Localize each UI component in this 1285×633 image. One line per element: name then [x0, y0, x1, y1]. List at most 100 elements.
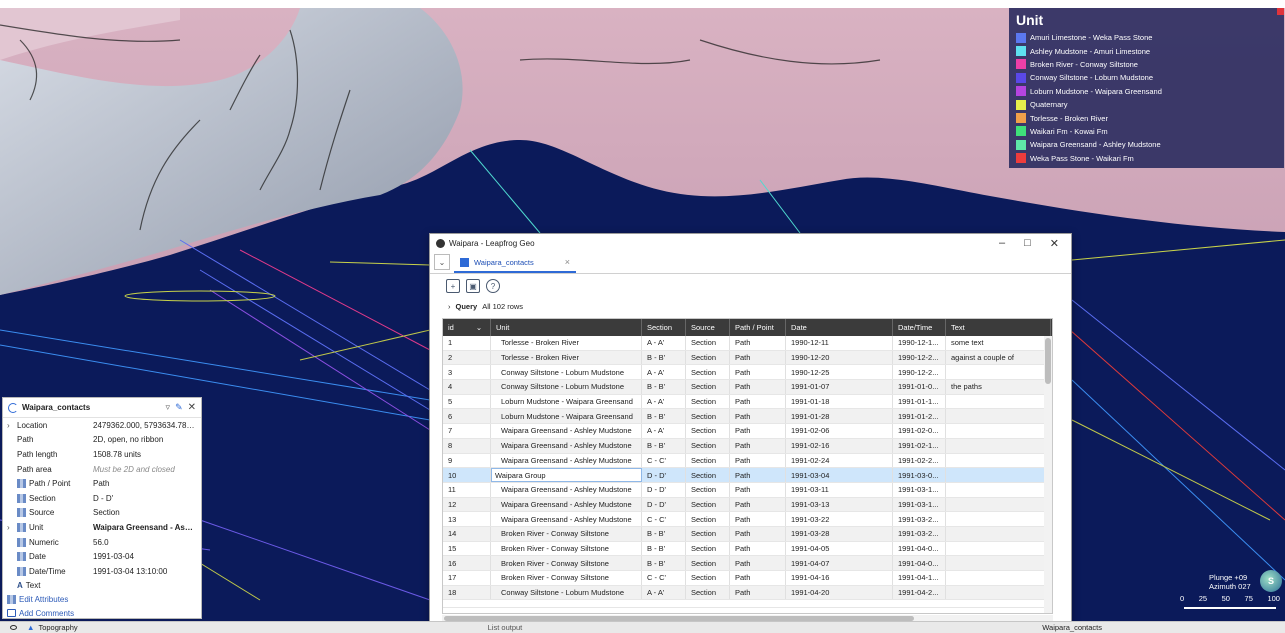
table-cell[interactable]: Path [730, 526, 786, 541]
table-cell[interactable]: B - B' [642, 350, 686, 365]
table-cell[interactable]: Loburn Mudstone - Waipara Greensand [491, 394, 642, 409]
table-cell[interactable]: Section [686, 512, 730, 526]
column-header-section[interactable]: Section [642, 319, 686, 336]
property-row[interactable]: Date/Time 1991-03-04 13:10:00 [3, 564, 201, 579]
table-cell[interactable]: 1991-01-18 [786, 394, 893, 409]
table-cell[interactable]: 11 [443, 482, 491, 497]
table-cell[interactable]: Section [686, 585, 730, 600]
table-cell[interactable]: Path [730, 336, 786, 350]
table-cell[interactable]: A - A' [642, 585, 686, 600]
table-row[interactable]: 6 Loburn Mudstone - Waipara Greensand B - … [443, 409, 1052, 425]
table-cell[interactable]: 1991-04-1... [893, 571, 946, 585]
column-header-source[interactable]: Source [686, 319, 730, 336]
table-row[interactable]: 8 Waipara Greensand - Ashley Mudstone B - … [443, 438, 1052, 454]
table-cell[interactable]: 5 [443, 394, 491, 409]
table-cell[interactable]: 1991-02-1... [893, 438, 946, 453]
table-cell[interactable]: Section [686, 424, 730, 438]
table-cell[interactable]: Path [730, 512, 786, 526]
table-cell[interactable] [946, 512, 1051, 526]
column-header-unit[interactable]: Unit [491, 319, 642, 336]
table-cell[interactable]: A - A' [642, 424, 686, 438]
table-cell[interactable]: Section [686, 409, 730, 424]
table-cell[interactable]: 1991-04-2... [893, 585, 946, 600]
table-cell[interactable]: some text [946, 336, 1051, 350]
table-cell[interactable]: Section [686, 336, 730, 350]
table-cell[interactable]: Waipara Greensand - Ashley Mudstone [491, 512, 642, 526]
table-cell[interactable]: Broken River - Conway Siltstone [491, 526, 642, 541]
table-cell[interactable]: B - B' [642, 541, 686, 556]
table-cell[interactable]: Torlesse - Broken River [491, 336, 642, 350]
table-cell[interactable] [946, 453, 1051, 468]
tab-close-icon[interactable]: × [565, 257, 570, 267]
table-cell[interactable]: 12 [443, 497, 491, 512]
table-cell[interactable]: Path [730, 380, 786, 394]
table-cell[interactable]: Broken River - Conway Siltstone [491, 541, 642, 556]
topography-label[interactable]: Topography [38, 623, 77, 632]
table-cell[interactable]: Waipara Greensand - Ashley Mudstone [491, 453, 642, 468]
table-row[interactable]: 15 Broken River - Conway Siltstone B - B' S… [443, 541, 1052, 557]
table-cell[interactable]: 1991-04-16 [786, 571, 893, 585]
table-cell[interactable]: 14 [443, 526, 491, 541]
table-cell[interactable]: D - D' [642, 468, 686, 482]
table-cell[interactable]: C - C' [642, 571, 686, 585]
table-cell[interactable]: Waipara Greensand - Ashley Mudstone [491, 482, 642, 497]
table-cell[interactable]: Section [686, 365, 730, 380]
table-cell[interactable]: Path [730, 571, 786, 585]
table-cell[interactable] [946, 571, 1051, 585]
table-cell[interactable]: Path [730, 556, 786, 570]
table-cell[interactable]: B - B' [642, 438, 686, 453]
table-cell[interactable]: 1991-01-28 [786, 409, 893, 424]
table-cell[interactable]: 6 [443, 409, 491, 424]
table-cell[interactable]: Path [730, 424, 786, 438]
table-cell[interactable] [946, 526, 1051, 541]
table-cell[interactable] [946, 556, 1051, 570]
table-cell[interactable]: Section [686, 438, 730, 453]
table-cell[interactable]: Path [730, 453, 786, 468]
table-cell[interactable]: 1991-02-2... [893, 453, 946, 468]
minimize-icon[interactable]: – [999, 237, 1005, 250]
table-row[interactable]: 11 Waipara Greensand - Ashley Mudstone D -… [443, 482, 1052, 498]
table-cell[interactable] [946, 468, 1051, 482]
table-cell[interactable]: 10 [443, 468, 491, 482]
table-cell[interactable]: Broken River - Conway Siltstone [491, 571, 642, 585]
table-cell[interactable]: 2 [443, 350, 491, 365]
table-cell[interactable]: 18 [443, 585, 491, 600]
property-row[interactable]: Path / Point Path [3, 476, 201, 491]
table-row[interactable]: 4 Conway Siltstone - Loburn Mudstone B - B… [443, 380, 1052, 395]
table-cell[interactable] [946, 394, 1051, 409]
table-cell[interactable]: B - B' [642, 409, 686, 424]
table-cell[interactable]: 1991-04-20 [786, 585, 893, 600]
table-cell[interactable]: 4 [443, 380, 491, 394]
list-output-label[interactable]: List output [488, 623, 523, 632]
table-cell[interactable] [946, 497, 1051, 512]
table-cell[interactable]: Section [686, 482, 730, 497]
table-cell[interactable]: 1991-03-2... [893, 526, 946, 541]
table-cell[interactable]: Section [686, 497, 730, 512]
table-cell[interactable]: Loburn Mudstone - Waipara Greensand [491, 409, 642, 424]
table-cell[interactable]: 1991-03-1... [893, 482, 946, 497]
maximize-icon[interactable]: □ [1024, 237, 1031, 250]
compass-icon[interactable]: S [1260, 570, 1282, 592]
table-cell[interactable] [946, 409, 1051, 424]
table-cell[interactable]: 3 [443, 365, 491, 380]
table-cell[interactable] [946, 438, 1051, 453]
table-cell[interactable]: D - D' [642, 497, 686, 512]
table-cell[interactable]: 17 [443, 571, 491, 585]
property-row[interactable]: Path area Must be 2D and closed [3, 462, 201, 477]
add-column-icon[interactable]: + [446, 279, 460, 293]
table-cell[interactable]: 1990-12-2... [893, 365, 946, 380]
edit-icon[interactable]: ✎ [175, 402, 183, 413]
table-cell[interactable] [946, 541, 1051, 556]
property-row[interactable]: Numeric 56.0 [3, 535, 201, 550]
table-cell[interactable]: Path [730, 350, 786, 365]
table-cell[interactable]: A - A' [642, 365, 686, 380]
dialog-titlebar[interactable]: Waipara - Leapfrog Geo – □ ✕ [430, 234, 1071, 252]
table-cell[interactable]: Waipara Group [491, 468, 642, 482]
table-cell[interactable]: against a couple of [946, 350, 1051, 365]
table-cell[interactable]: Path [730, 438, 786, 453]
table-cell[interactable]: 1991-03-1... [893, 497, 946, 512]
table-cell[interactable]: Torlesse - Broken River [491, 350, 642, 365]
table-cell[interactable]: Waipara Greensand - Ashley Mudstone [491, 438, 642, 453]
property-row[interactable]: A Text [3, 579, 201, 594]
table-row[interactable]: 18 Conway Siltstone - Loburn Mudstone A - … [443, 585, 1052, 601]
